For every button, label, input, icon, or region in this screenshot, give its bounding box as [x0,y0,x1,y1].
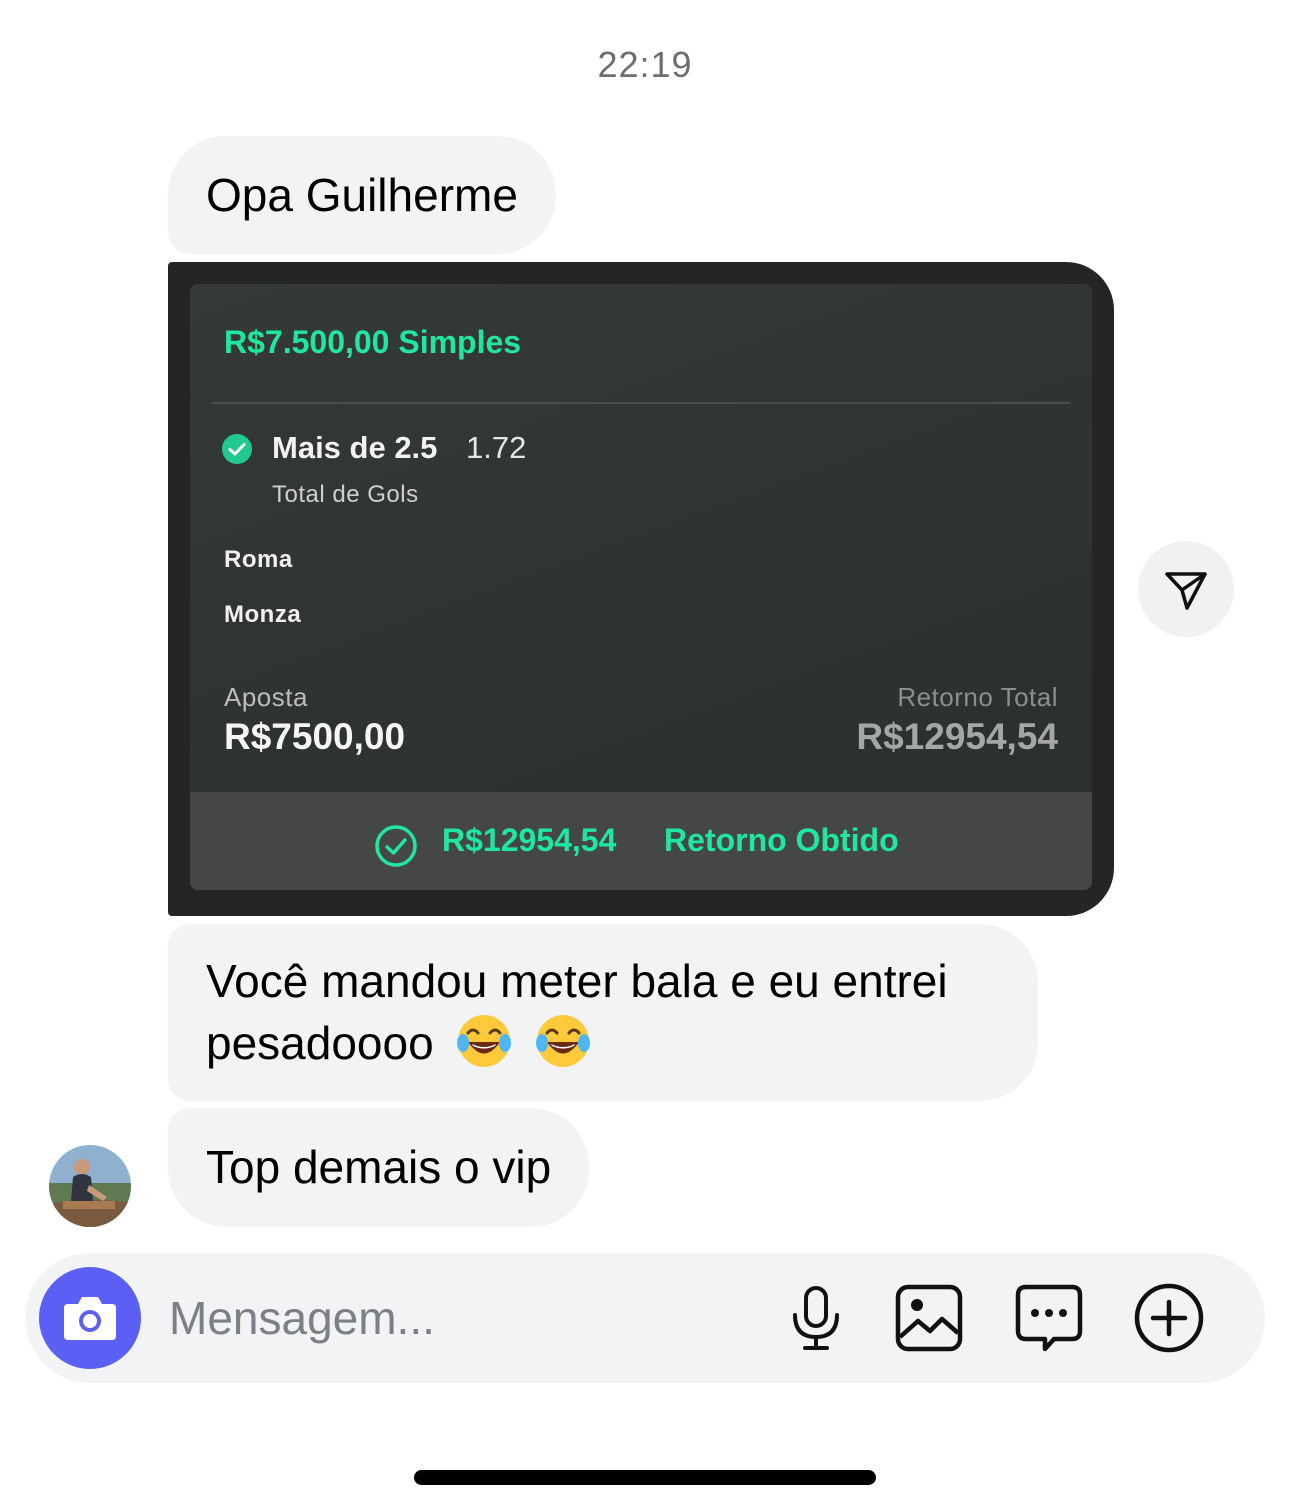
message-text: Opa Guilherme [206,169,518,221]
message-input[interactable]: Mensagem... [169,1291,435,1345]
share-button[interactable] [1138,541,1234,637]
return-value: R$12954,54 [856,716,1058,757]
sticker-button[interactable] [1012,1281,1086,1355]
return-label: Retorno Total [897,682,1058,712]
bet-market-type: Total de Gols [272,481,419,508]
stake-value: R$7500,00 [224,716,406,757]
bet-slip-image-message[interactable]: R$7.500,00 Simples Mais de 2.5 1.72 Tota… [168,262,1114,916]
team-away: Monza [224,601,302,628]
team-home: Roma [224,546,293,573]
message-timestamp: 22:19 [597,44,693,85]
divider [212,402,1070,404]
laughing-emoji-icon [536,1015,591,1067]
bet-odds: 1.72 [466,430,527,465]
avatar[interactable] [49,1145,131,1227]
microphone-icon [793,1286,839,1350]
send-icon [1165,572,1207,610]
bet-title: R$7.500,00 Simples [224,324,522,360]
message-text: Top demais o vip [206,1141,552,1193]
home-indicator[interactable] [414,1470,876,1485]
microphone-button[interactable] [779,1281,853,1355]
check-circle-outline-icon [375,825,417,867]
stake-label: Aposta [224,682,308,712]
message-bubble[interactable]: Opa Guilherme [168,136,556,254]
camera-icon [64,1297,116,1340]
message-bubble[interactable]: Top demais o vip [168,1108,590,1227]
message-composer: Mensagem... [25,1253,1265,1383]
result-amount: R$12954,54 [442,822,617,858]
message-bubble[interactable]: Você mandou meter bala e eu entrei pesad… [168,924,1038,1101]
check-circle-icon [222,434,252,464]
camera-button[interactable] [39,1267,141,1369]
gallery-button[interactable] [892,1281,966,1355]
more-button[interactable] [1132,1281,1206,1355]
laughing-emoji-icon [457,1015,512,1067]
avatar-photo [49,1145,131,1227]
bet-slip-card: R$7.500,00 Simples Mais de 2.5 1.72 Tota… [190,284,1092,890]
sticker-icon [1015,1284,1083,1352]
plus-icon [1134,1283,1204,1353]
bet-market: Mais de 2.5 [272,430,438,465]
result-text: Retorno Obtido [664,822,899,858]
gallery-icon [895,1284,963,1352]
bet-result-footer: R$12954,54 Retorno Obtido [190,792,1092,890]
